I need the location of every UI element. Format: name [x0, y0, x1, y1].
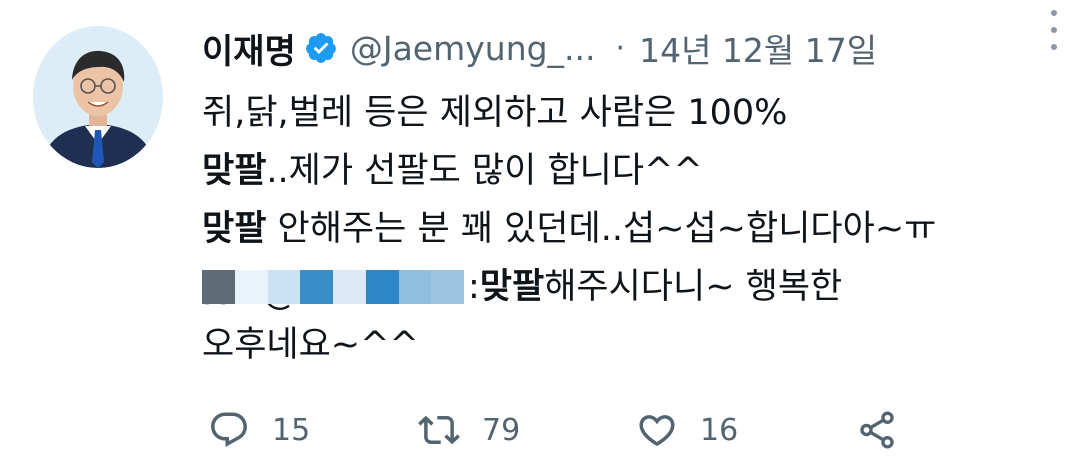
mosaic-blur [202, 270, 464, 304]
tweet-line: 맞팔 안해주는 분 꽤 있던데..섭~섭~합니다아~ㅠ [202, 209, 937, 249]
heart-icon [639, 415, 675, 447]
separator-dot: · [615, 30, 626, 66]
like-button[interactable]: 16 [636, 402, 738, 458]
redacted-mention: RT @ [202, 268, 464, 313]
tweet-date[interactable]: 14년 12월 17일 [639, 24, 877, 72]
reply-count: 15 [272, 412, 311, 448]
user-name[interactable]: 이재명 [202, 24, 296, 73]
tweet-line: RT @ :맞팔해주시다니~ 행복한 [202, 258, 1042, 316]
like-count: 16 [700, 412, 739, 448]
reply-button[interactable]: 15 [208, 402, 310, 458]
tweet-line: 오후네요~^^ [202, 325, 419, 365]
reply-icon [211, 412, 247, 447]
user-handle[interactable]: @Jaemyung_... [350, 29, 596, 68]
highlight-text: 맞팔 [479, 267, 545, 307]
tweet-header: 이재명 @Jaemyung_... · 14년 12월 17일 [202, 20, 1030, 76]
retweet-button[interactable]: 79 [418, 402, 520, 458]
share-icon [860, 411, 894, 449]
highlight-text: 맞팔 [202, 151, 267, 191]
tweet-line: 맞팔..제가 선팔도 많이 합니다^^ [202, 151, 703, 191]
share-button[interactable] [856, 402, 898, 458]
highlight-text: 맞팔 [202, 209, 267, 249]
action-bar: 15 79 16 [200, 402, 920, 458]
retweet-count: 79 [482, 412, 521, 448]
verified-badge-icon [304, 31, 338, 65]
profile-photo-icon [33, 26, 163, 168]
retweet-icon [418, 415, 460, 445]
tweet-line: 쥐,닭,벌레 등은 제외하고 사람은 100% [202, 93, 788, 133]
tweet-text: 쥐,닭,벌레 등은 제외하고 사람은 100% 맞팔..제가 선팔도 많이 합니… [202, 84, 1042, 374]
more-options-icon[interactable] [1046, 10, 1062, 50]
avatar[interactable] [33, 26, 163, 168]
tweet[interactable]: 이재명 @Jaemyung_... · 14년 12월 17일 쥐,닭,벌레 등… [0, 0, 1070, 472]
